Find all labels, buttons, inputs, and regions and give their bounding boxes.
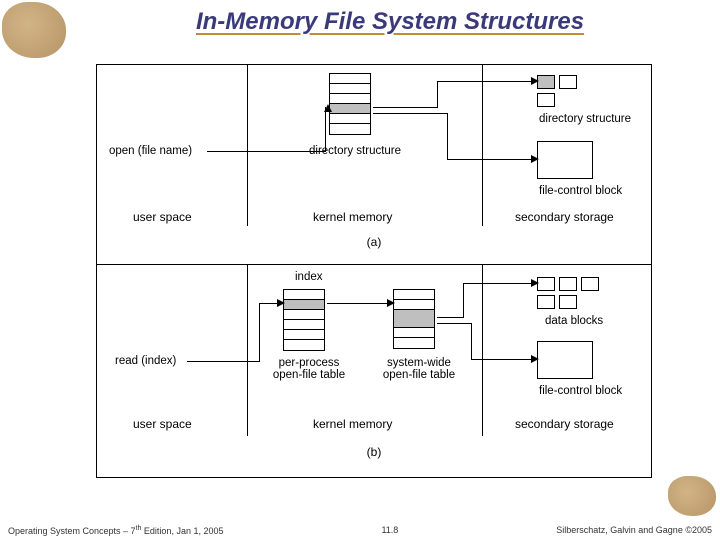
legend-data-b: data blocks	[545, 315, 603, 327]
arrow-b3h	[463, 283, 533, 284]
region-kernel-a: kernel memory	[313, 210, 392, 224]
arrow-a1	[207, 151, 325, 152]
arrow-b1	[187, 361, 259, 362]
panel-b: index per-process open-file table system…	[97, 265, 651, 478]
arrow-b4	[437, 323, 471, 324]
arrow-b1v	[259, 303, 260, 362]
arrow-b4h	[471, 359, 533, 360]
arrow-b1head	[277, 299, 285, 307]
figure-frame: directory structure directory structure …	[96, 64, 652, 478]
footer-left-suffix: Edition, Jan 1, 2005	[141, 526, 223, 536]
region-disk-a: secondary storage	[515, 210, 614, 224]
footer-center: 11.8	[381, 525, 398, 536]
arrow-a1h	[324, 104, 332, 112]
footer-left-prefix: Operating System Concepts – 7	[8, 526, 136, 536]
disk-dir-cell-a1	[537, 75, 555, 89]
caption-b: (b)	[97, 445, 651, 459]
arrow-a2v	[437, 81, 438, 108]
arrow-b3	[437, 317, 463, 318]
arrow-a2	[373, 107, 437, 108]
disk-dir-cell-a3	[537, 93, 555, 107]
fcb-box-a	[537, 141, 593, 179]
region-disk-b: secondary storage	[515, 417, 614, 431]
per-process-table	[283, 289, 325, 351]
index-label: index	[295, 271, 323, 283]
panel-a: directory structure directory structure …	[97, 65, 651, 265]
col-sep-a1	[247, 65, 248, 226]
data-block-b5	[559, 295, 577, 309]
arrow-a3	[373, 113, 447, 114]
slide-footer: Operating System Concepts – 7th Edition,…	[8, 525, 712, 536]
region-user-a: user space	[133, 210, 192, 224]
disk-dir-cell-a2	[559, 75, 577, 89]
data-block-b4	[537, 295, 555, 309]
per-process-label: per-process open-file table	[269, 357, 349, 381]
arrow-b4head	[531, 355, 539, 363]
system-wide-label: system-wide open-file table	[379, 357, 459, 381]
legend-fcb-b: file-control block	[539, 385, 622, 397]
data-block-b3	[581, 277, 599, 291]
read-call-label: read (index)	[115, 355, 176, 367]
slide-title: In-Memory File System Structures	[90, 8, 690, 36]
footer-left: Operating System Concepts – 7th Edition,…	[8, 525, 223, 536]
footer-right: Silberschatz, Galvin and Gagne ©2005	[556, 525, 712, 536]
region-kernel-b: kernel memory	[313, 417, 392, 431]
arrow-a3head	[531, 155, 539, 163]
caption-a: (a)	[97, 235, 651, 249]
dino-logo-bottom	[668, 476, 716, 516]
fcb-box-b	[537, 341, 593, 379]
legend-fcb-a: file-control block	[539, 185, 622, 197]
arrow-b3head	[531, 279, 539, 287]
legend-dir-a: directory structure	[539, 113, 631, 125]
arrow-a1v	[325, 107, 326, 152]
arrow-b4v	[471, 323, 472, 359]
kernel-dir-struct-a	[329, 73, 371, 135]
system-wide-table	[393, 289, 435, 349]
arrow-b2head	[387, 299, 395, 307]
region-user-b: user space	[133, 417, 192, 431]
col-sep-a2	[482, 65, 483, 226]
col-sep-b2	[482, 265, 483, 436]
open-call-label: open (file name)	[109, 145, 192, 157]
arrow-a3h	[447, 159, 533, 160]
data-block-b2	[559, 277, 577, 291]
arrow-a2head	[531, 77, 539, 85]
arrow-b3v	[463, 283, 464, 318]
arrow-a2h	[437, 81, 533, 82]
dino-logo-top	[2, 2, 66, 58]
arrow-b2	[327, 303, 389, 304]
arrow-b1h	[259, 303, 279, 304]
arrow-a3v	[447, 113, 448, 159]
col-sep-b1	[247, 265, 248, 436]
data-block-b1	[537, 277, 555, 291]
